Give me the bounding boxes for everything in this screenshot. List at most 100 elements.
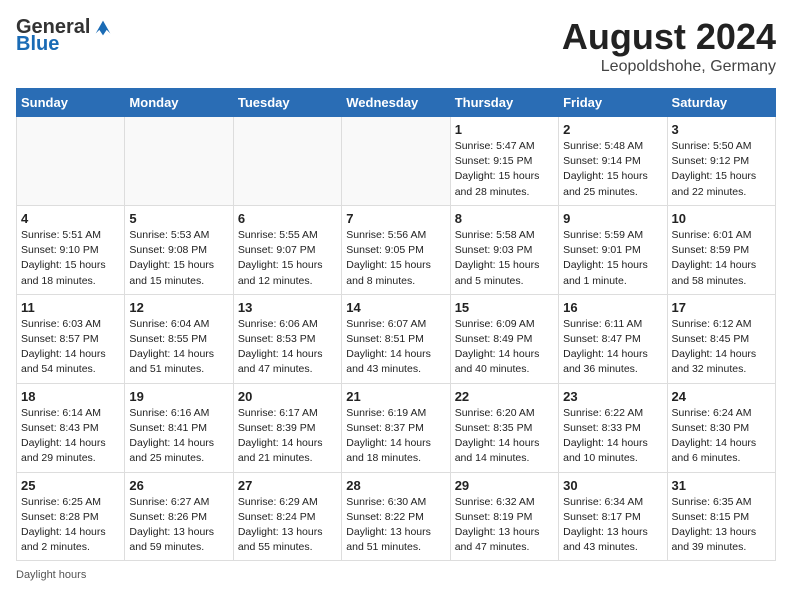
day-number: 5 <box>129 211 228 226</box>
day-info: Sunrise: 5:58 AM Sunset: 9:03 PM Dayligh… <box>455 228 554 289</box>
day-info: Sunrise: 6:03 AM Sunset: 8:57 PM Dayligh… <box>21 317 120 378</box>
calendar-cell: 17 Sunrise: 6:12 AM Sunset: 8:45 PM Dayli… <box>667 294 775 383</box>
calendar-cell: 4 Sunrise: 5:51 AM Sunset: 9:10 PM Daylig… <box>17 205 125 294</box>
calendar-cell: 2 Sunrise: 5:48 AM Sunset: 9:14 PM Daylig… <box>559 117 667 206</box>
calendar-cell: 18Sunrise: 6:14 AM Sunset: 8:43 PM Dayli… <box>17 383 125 472</box>
calendar-cell: 5 Sunrise: 5:53 AM Sunset: 9:08 PM Daylig… <box>125 205 233 294</box>
day-number: 11 <box>21 300 120 315</box>
calendar-cell: 24Sunrise: 6:24 AM Sunset: 8:30 PM Dayli… <box>667 383 775 472</box>
day-info: Sunrise: 6:16 AM Sunset: 8:41 PM Dayligh… <box>129 406 228 467</box>
day-number: 4 <box>21 211 120 226</box>
day-info: Sunrise: 6:06 AM Sunset: 8:53 PM Dayligh… <box>238 317 337 378</box>
calendar-week-row: 4 Sunrise: 5:51 AM Sunset: 9:10 PM Daylig… <box>17 205 776 294</box>
calendar-cell: 7Sunrise: 5:56 AM Sunset: 9:05 PM Daylig… <box>342 205 450 294</box>
day-number: 29 <box>455 478 554 493</box>
calendar-header-row: SundayMondayTuesdayWednesdayThursdayFrid… <box>17 89 776 117</box>
day-info: Sunrise: 6:17 AM Sunset: 8:39 PM Dayligh… <box>238 406 337 467</box>
calendar-week-row: 25 Sunrise: 6:25 AM Sunset: 8:28 PM Dayli… <box>17 472 776 561</box>
day-info: Sunrise: 5:48 AM Sunset: 9:14 PM Dayligh… <box>563 139 662 200</box>
calendar-cell <box>342 117 450 206</box>
day-info: Sunrise: 6:35 AM Sunset: 8:15 PM Dayligh… <box>672 495 771 556</box>
day-info: Sunrise: 6:34 AM Sunset: 8:17 PM Dayligh… <box>563 495 662 556</box>
day-number: 12 <box>129 300 228 315</box>
day-number: 25 <box>21 478 120 493</box>
day-info: Sunrise: 6:12 AM Sunset: 8:45 PM Dayligh… <box>672 317 771 378</box>
calendar-cell: 6 Sunrise: 5:55 AM Sunset: 9:07 PM Daylig… <box>233 205 341 294</box>
calendar-cell: 16Sunrise: 6:11 AM Sunset: 8:47 PM Dayli… <box>559 294 667 383</box>
calendar-cell <box>125 117 233 206</box>
day-number: 9 <box>563 211 662 226</box>
calendar-cell <box>233 117 341 206</box>
logo-icon <box>92 17 114 39</box>
day-number: 16 <box>563 300 662 315</box>
day-number: 1 <box>455 122 554 137</box>
day-number: 2 <box>563 122 662 137</box>
day-info: Sunrise: 6:27 AM Sunset: 8:26 PM Dayligh… <box>129 495 228 556</box>
header-day-sunday: Sunday <box>17 89 125 117</box>
calendar-cell: 11 Sunrise: 6:03 AM Sunset: 8:57 PM Dayli… <box>17 294 125 383</box>
day-info: Sunrise: 6:25 AM Sunset: 8:28 PM Dayligh… <box>21 495 120 556</box>
day-number: 28 <box>346 478 445 493</box>
day-number: 26 <box>129 478 228 493</box>
day-number: 21 <box>346 389 445 404</box>
day-number: 30 <box>563 478 662 493</box>
calendar-cell: 3Sunrise: 5:50 AM Sunset: 9:12 PM Daylig… <box>667 117 775 206</box>
calendar-week-row: 1 Sunrise: 5:47 AM Sunset: 9:15 PM Daylig… <box>17 117 776 206</box>
day-number: 31 <box>672 478 771 493</box>
day-number: 15 <box>455 300 554 315</box>
calendar-cell: 10 Sunrise: 6:01 AM Sunset: 8:59 PM Dayli… <box>667 205 775 294</box>
day-info: Sunrise: 5:55 AM Sunset: 9:07 PM Dayligh… <box>238 228 337 289</box>
calendar-cell: 28 Sunrise: 6:30 AM Sunset: 8:22 PM Dayli… <box>342 472 450 561</box>
day-number: 6 <box>238 211 337 226</box>
header-day-wednesday: Wednesday <box>342 89 450 117</box>
calendar-cell: 14Sunrise: 6:07 AM Sunset: 8:51 PM Dayli… <box>342 294 450 383</box>
day-info: Sunrise: 6:29 AM Sunset: 8:24 PM Dayligh… <box>238 495 337 556</box>
logo: General Blue <box>16 16 114 56</box>
calendar-cell: 21 Sunrise: 6:19 AM Sunset: 8:37 PM Dayli… <box>342 383 450 472</box>
day-info: Sunrise: 6:09 AM Sunset: 8:49 PM Dayligh… <box>455 317 554 378</box>
calendar-cell: 13Sunrise: 6:06 AM Sunset: 8:53 PM Dayli… <box>233 294 341 383</box>
footer-note: Daylight hours <box>16 569 776 581</box>
calendar-cell: 30 Sunrise: 6:34 AM Sunset: 8:17 PM Dayli… <box>559 472 667 561</box>
day-info: Sunrise: 6:30 AM Sunset: 8:22 PM Dayligh… <box>346 495 445 556</box>
calendar-cell: 22 Sunrise: 6:20 AM Sunset: 8:35 PM Dayli… <box>450 383 558 472</box>
calendar-cell: 31 Sunrise: 6:35 AM Sunset: 8:15 PM Dayli… <box>667 472 775 561</box>
calendar-cell: 23Sunrise: 6:22 AM Sunset: 8:33 PM Dayli… <box>559 383 667 472</box>
day-info: Sunrise: 6:20 AM Sunset: 8:35 PM Dayligh… <box>455 406 554 467</box>
calendar-table: SundayMondayTuesdayWednesdayThursdayFrid… <box>16 88 776 561</box>
day-info: Sunrise: 6:14 AM Sunset: 8:43 PM Dayligh… <box>21 406 120 467</box>
month-title: August 2024 <box>562 16 776 58</box>
day-info: Sunrise: 5:53 AM Sunset: 9:08 PM Dayligh… <box>129 228 228 289</box>
day-info: Sunrise: 6:01 AM Sunset: 8:59 PM Dayligh… <box>672 228 771 289</box>
calendar-cell: 1 Sunrise: 5:47 AM Sunset: 9:15 PM Daylig… <box>450 117 558 206</box>
day-number: 20 <box>238 389 337 404</box>
day-info: Sunrise: 6:22 AM Sunset: 8:33 PM Dayligh… <box>563 406 662 467</box>
day-number: 27 <box>238 478 337 493</box>
header-day-thursday: Thursday <box>450 89 558 117</box>
day-info: Sunrise: 5:59 AM Sunset: 9:01 PM Dayligh… <box>563 228 662 289</box>
calendar-cell: 26 Sunrise: 6:27 AM Sunset: 8:26 PM Dayli… <box>125 472 233 561</box>
calendar-cell: 8 Sunrise: 5:58 AM Sunset: 9:03 PM Daylig… <box>450 205 558 294</box>
calendar-cell: 27 Sunrise: 6:29 AM Sunset: 8:24 PM Dayli… <box>233 472 341 561</box>
day-info: Sunrise: 5:56 AM Sunset: 9:05 PM Dayligh… <box>346 228 445 289</box>
day-info: Sunrise: 6:19 AM Sunset: 8:37 PM Dayligh… <box>346 406 445 467</box>
day-info: Sunrise: 6:07 AM Sunset: 8:51 PM Dayligh… <box>346 317 445 378</box>
day-number: 8 <box>455 211 554 226</box>
header-day-friday: Friday <box>559 89 667 117</box>
header-day-tuesday: Tuesday <box>233 89 341 117</box>
day-number: 17 <box>672 300 771 315</box>
header-day-saturday: Saturday <box>667 89 775 117</box>
day-number: 10 <box>672 211 771 226</box>
calendar-cell: 25 Sunrise: 6:25 AM Sunset: 8:28 PM Dayli… <box>17 472 125 561</box>
logo-blue-text: Blue <box>16 33 59 56</box>
day-info: Sunrise: 6:32 AM Sunset: 8:19 PM Dayligh… <box>455 495 554 556</box>
day-number: 24 <box>672 389 771 404</box>
day-info: Sunrise: 5:51 AM Sunset: 9:10 PM Dayligh… <box>21 228 120 289</box>
day-number: 22 <box>455 389 554 404</box>
calendar-cell: 15 Sunrise: 6:09 AM Sunset: 8:49 PM Dayli… <box>450 294 558 383</box>
calendar-cell: 29 Sunrise: 6:32 AM Sunset: 8:19 PM Dayli… <box>450 472 558 561</box>
calendar-cell: 12Sunrise: 6:04 AM Sunset: 8:55 PM Dayli… <box>125 294 233 383</box>
day-info: Sunrise: 5:47 AM Sunset: 9:15 PM Dayligh… <box>455 139 554 200</box>
calendar-cell: 20 Sunrise: 6:17 AM Sunset: 8:39 PM Dayli… <box>233 383 341 472</box>
header-day-monday: Monday <box>125 89 233 117</box>
